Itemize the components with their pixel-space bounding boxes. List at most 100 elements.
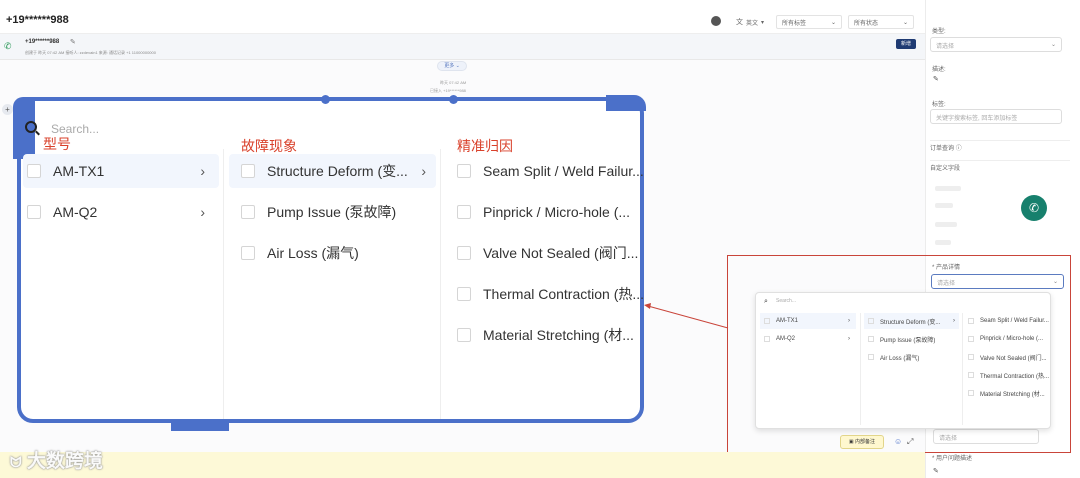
list-item-cause[interactable]: Pinprick / Micro-hole (... bbox=[968, 331, 1050, 347]
list-item-model[interactable]: AM-TX1 › bbox=[760, 313, 856, 329]
time-info: 昨天 07:42 AM bbox=[440, 80, 467, 85]
language-select[interactable]: 文 英文 ▾ bbox=[731, 15, 769, 29]
list-item-cause[interactable]: Seam Split / Weld Failur... bbox=[457, 154, 644, 188]
list-item-cause[interactable]: Material Stretching (材... bbox=[457, 318, 641, 352]
list-item-model[interactable]: AM-Q2 › bbox=[23, 195, 219, 229]
column-label-model: 型号 bbox=[43, 137, 71, 153]
type-select[interactable]: 请选择 ⌄ bbox=[930, 37, 1062, 52]
description-label: 描述: bbox=[932, 67, 946, 73]
checkbox[interactable] bbox=[868, 354, 874, 360]
list-item-cause[interactable]: Seam Split / Weld Failur... bbox=[968, 313, 1050, 329]
checkbox[interactable] bbox=[764, 318, 770, 324]
checkbox[interactable] bbox=[27, 164, 41, 178]
list-item-symptom[interactable]: Air Loss (漏气) bbox=[864, 349, 959, 365]
type-label: 类型: bbox=[932, 29, 946, 35]
checkbox[interactable] bbox=[868, 318, 874, 324]
footer-bar bbox=[0, 452, 925, 478]
blurred-field bbox=[935, 203, 953, 208]
list-item-cause[interactable]: Valve Not Sealed (阀门... bbox=[457, 236, 641, 270]
internal-note-button[interactable]: ▣ 内部备注 bbox=[840, 435, 884, 449]
clock-icon[interactable] bbox=[711, 16, 721, 26]
checkbox[interactable] bbox=[968, 372, 974, 378]
emoji-icon[interactable]: ☺ bbox=[894, 437, 902, 446]
status-filter-select[interactable]: 所有状态 ⌄ bbox=[848, 15, 914, 29]
call-floating-button[interactable]: ✆ bbox=[1021, 195, 1047, 221]
list-item-symptom[interactable]: Pump Issue (泵故障) bbox=[229, 195, 436, 229]
frame-top-notch bbox=[323, 93, 453, 101]
checkbox[interactable] bbox=[457, 328, 471, 342]
edit-icon[interactable]: ✎ bbox=[70, 38, 76, 46]
call-meta: 创建于 昨天 07:42 AM 接听人: zzdevain1 来源: 通话记录 … bbox=[25, 50, 156, 55]
list-item-symptom[interactable]: Air Loss (漏气) bbox=[229, 236, 436, 270]
blurred-field bbox=[935, 186, 961, 191]
list-item-symptom[interactable]: Pump Issue (泵故障) bbox=[864, 331, 959, 347]
column-divider bbox=[962, 313, 963, 425]
tags-input[interactable]: 关键字搜索标签, 回车添加标签 bbox=[930, 109, 1062, 124]
cascader-dropdown: ⌕ Search... AM-TX1 › AM-Q2 › Structure D… bbox=[755, 292, 1051, 429]
chevron-right-icon: › bbox=[200, 204, 205, 220]
column-label-cause: 精准归因 bbox=[457, 139, 513, 155]
chevron-right-icon: › bbox=[848, 336, 850, 342]
list-item-symptom[interactable]: Structure Deform (变... › bbox=[229, 154, 436, 188]
checkbox[interactable] bbox=[241, 246, 255, 260]
search-icon: ⌕ bbox=[764, 298, 768, 305]
checkbox[interactable] bbox=[457, 287, 471, 301]
expand-icon[interactable]: ⤢ bbox=[907, 437, 913, 447]
add-button[interactable]: + bbox=[2, 104, 13, 115]
call-number: +19******988 bbox=[25, 39, 60, 45]
checkbox[interactable] bbox=[968, 354, 974, 360]
tags-filter-select[interactable]: 所有标签 ⌄ bbox=[776, 15, 842, 29]
column-divider bbox=[860, 313, 861, 425]
blurred-field bbox=[935, 240, 951, 245]
chevron-right-icon: › bbox=[953, 318, 955, 324]
translate-icon: 文 bbox=[736, 19, 743, 26]
chevron-down-icon: ⌄ bbox=[830, 19, 836, 26]
caret-down-icon: ▾ bbox=[760, 19, 764, 26]
connector-line bbox=[644, 303, 729, 329]
checkbox[interactable] bbox=[457, 164, 471, 178]
list-item-cause[interactable]: Pinprick / Micro-hole (... bbox=[457, 195, 641, 229]
new-badge[interactable]: 新增 bbox=[896, 39, 916, 49]
tags-label: 标签: bbox=[932, 102, 946, 108]
search-icon-handle bbox=[35, 130, 40, 136]
frame-top-dot bbox=[321, 95, 330, 104]
order-query-section[interactable]: 订单查询 ⓘ bbox=[930, 140, 1070, 152]
edit-icon[interactable]: ✎ bbox=[933, 467, 939, 475]
search-input[interactable]: Search... bbox=[776, 298, 796, 304]
list-item-model[interactable]: AM-Q2 › bbox=[760, 331, 856, 347]
checkbox[interactable] bbox=[764, 336, 770, 342]
custom-fields-section[interactable]: 自定义字段 bbox=[930, 160, 1070, 172]
frame-top-dot bbox=[449, 95, 458, 104]
list-item-cause[interactable]: Valve Not Sealed (阀门... bbox=[968, 349, 1050, 365]
checkbox[interactable] bbox=[868, 336, 874, 342]
info-icon: ⓘ bbox=[955, 146, 962, 152]
chevron-right-icon: › bbox=[848, 318, 850, 324]
checkbox[interactable] bbox=[457, 205, 471, 219]
list-item-model[interactable]: AM-TX1 › bbox=[23, 154, 219, 188]
column-divider bbox=[223, 149, 224, 419]
logo-icon: ᗢ bbox=[10, 454, 22, 470]
checkbox[interactable] bbox=[27, 205, 41, 219]
checkbox[interactable] bbox=[241, 205, 255, 219]
checkbox[interactable] bbox=[968, 390, 974, 396]
watermark-logo: ᗢ 大数跨境 bbox=[10, 451, 103, 472]
list-item-cause[interactable]: Thermal Contraction (热... bbox=[968, 367, 1050, 383]
customer-desc-label: * 用户问题描述 bbox=[932, 456, 973, 462]
list-item-symptom[interactable]: Structure Deform (变... › bbox=[864, 313, 959, 329]
chevron-down-icon: ⌄ bbox=[1050, 42, 1056, 48]
column-label-symptom: 故障现象 bbox=[241, 139, 297, 155]
checkbox[interactable] bbox=[241, 164, 255, 178]
more-button[interactable]: 更多 ⌄ bbox=[437, 61, 467, 71]
blurred-field bbox=[935, 222, 957, 227]
frame-corner-accent bbox=[606, 95, 646, 111]
list-item-cause[interactable]: Material Stretching (材... bbox=[968, 385, 1050, 401]
call-summary-strip bbox=[0, 34, 925, 60]
edit-icon[interactable]: ✎ bbox=[933, 75, 939, 83]
list-item-cause[interactable]: Thermal Contraction (热... bbox=[457, 277, 644, 311]
checkbox[interactable] bbox=[457, 246, 471, 260]
checkbox[interactable] bbox=[968, 336, 974, 342]
page-title: +19******988 bbox=[6, 14, 69, 26]
checkbox[interactable] bbox=[968, 318, 974, 324]
frame-bottom-tab bbox=[171, 419, 229, 431]
note-icon: ▣ bbox=[848, 439, 854, 445]
